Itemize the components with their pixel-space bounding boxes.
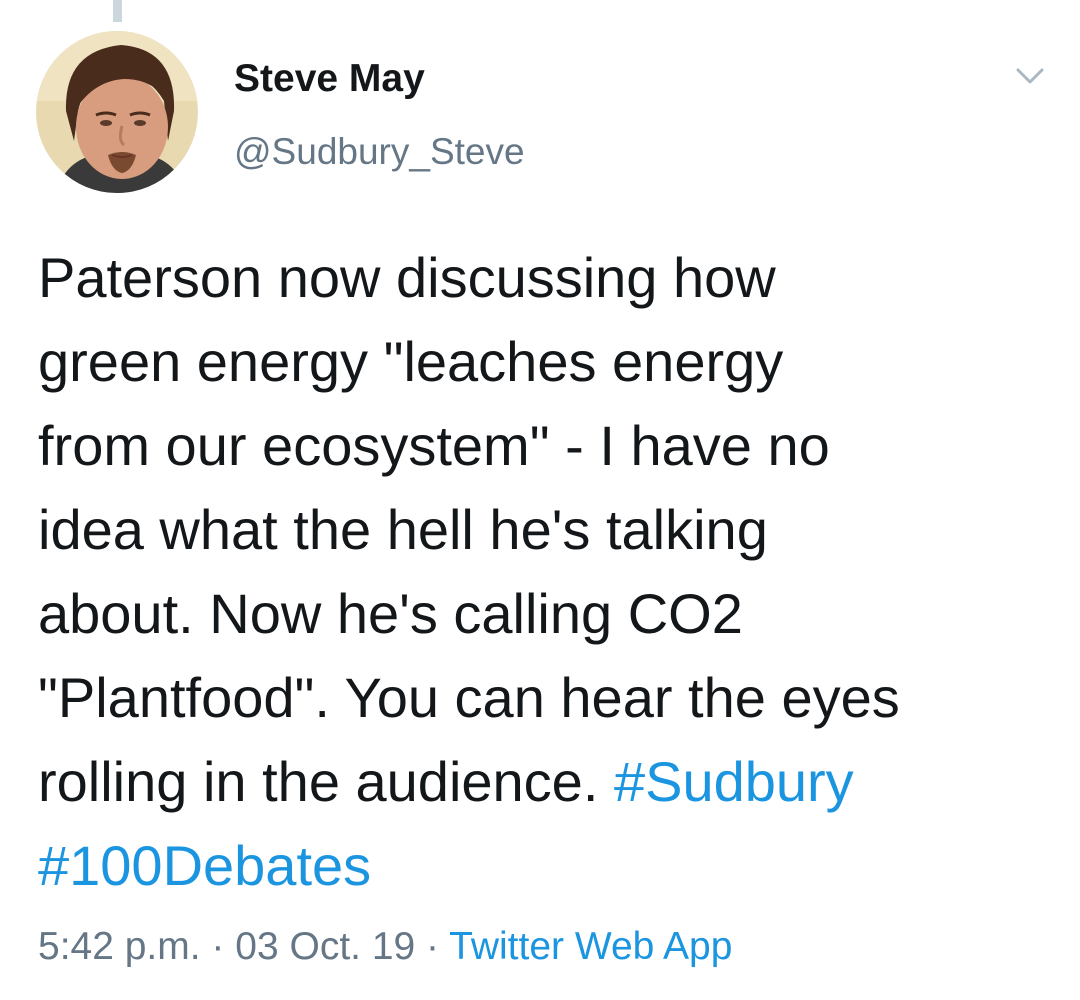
tweet-text-line: Paterson now discussing how [38, 246, 776, 309]
tweet-text: Paterson now discussing how green energy… [38, 236, 1048, 908]
tweet-text-line: idea what the hell he's talking [38, 498, 768, 561]
tweet-time[interactable]: 5:42 p.m. [38, 925, 201, 968]
avatar-image [36, 31, 198, 193]
author-handle[interactable]: @Sudbury_Steve [234, 130, 525, 174]
hashtag-link-100debates[interactable]: #100Debates [38, 834, 371, 897]
tweet-text-line: from our ecosystem" - I have no [38, 414, 830, 477]
chevron-down-icon[interactable] [1008, 58, 1052, 92]
meta-separator: · [415, 925, 450, 968]
tweet-text-line: "Plantfood". You can hear the eyes [38, 666, 900, 729]
tweet-text-line: about. Now he's calling CO2 [38, 582, 743, 645]
tweet-text-fragment: rolling in the audience. [38, 750, 614, 813]
meta-separator: · [200, 925, 236, 968]
thread-connector-line [113, 0, 122, 22]
tweet-metadata: 5:42 p.m. · 03 Oct. 19 · Twitter Web App [38, 922, 732, 972]
tweet-text-line: rolling in the audience. #Sudbury [38, 740, 1048, 824]
tweet-source-link[interactable]: Twitter Web App [449, 925, 732, 968]
tweet-date[interactable]: 03 Oct. 19 [235, 925, 415, 968]
avatar[interactable] [36, 31, 198, 193]
hashtag-link-sudbury[interactable]: #Sudbury [614, 750, 854, 813]
tweet-text-line: green energy "leaches energy [38, 330, 784, 393]
author-display-name[interactable]: Steve May [234, 56, 425, 102]
tweet-text-line: #100Debates [38, 824, 1048, 908]
